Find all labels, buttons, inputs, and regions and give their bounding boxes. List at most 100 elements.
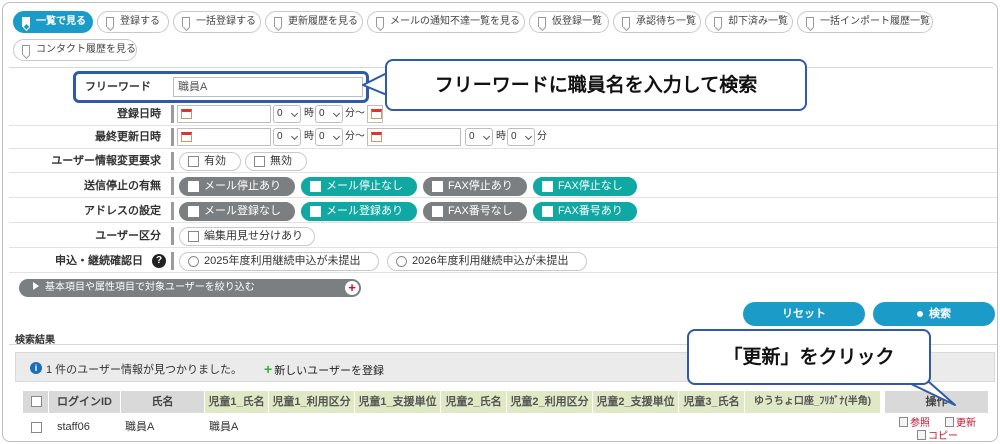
chevron-down-icon: [290, 109, 299, 118]
checkbox-icon: [188, 181, 199, 192]
header-child1-name[interactable]: 児童1_氏名: [205, 391, 269, 413]
freeword-highlight: [73, 71, 369, 103]
row-confirm-date: 申込・継続確認日 ? 2025年度利用継続申込が未提出 2026年度利用継続申込…: [9, 249, 997, 273]
row-address: アドレスの設定 メール登録なし メール登録あり FAX番号なし FAX番号あり: [9, 199, 997, 223]
checkbox-icon: [432, 206, 443, 217]
registered-from-hour[interactable]: 0: [273, 105, 301, 123]
mail-stop-yes[interactable]: メール停止あり: [179, 177, 295, 196]
address-label: アドレスの設定: [84, 205, 161, 217]
plus-circle-icon: +: [345, 281, 359, 295]
chevron-down-icon: [524, 132, 533, 141]
reset-button[interactable]: リセット: [743, 302, 865, 326]
search-button[interactable]: 検索: [873, 302, 995, 326]
tab-import-history[interactable]: 一括インポート履歴一覧: [797, 11, 933, 33]
user-type-label: ユーザー区分: [95, 230, 161, 242]
chevron-down-icon: [482, 132, 491, 141]
chevron-down-icon: [290, 132, 299, 141]
row-user-type: ユーザー区分 編集用見せ分けあり: [9, 224, 997, 248]
fax-number-yes[interactable]: FAX番号あり: [533, 202, 637, 221]
confirm-2025-radio[interactable]: 2025年度利用継続申込が未提出: [179, 252, 379, 271]
header-child2-unit[interactable]: 児童2_支援単位: [593, 391, 679, 413]
tab-pending-approval[interactable]: 承認待ち一覧: [613, 11, 701, 33]
change-request-disabled[interactable]: 無効: [245, 152, 307, 171]
help-icon[interactable]: ?: [152, 254, 166, 268]
tab-mail-undelivered[interactable]: メールの通知不達一覧を見る: [367, 11, 525, 33]
updated-to-minute[interactable]: 0: [507, 128, 535, 146]
updated-label: 最終更新日時: [95, 131, 161, 143]
copy-link[interactable]: コピー: [917, 427, 958, 441]
checkbox-icon: [188, 206, 199, 217]
registered-from-date[interactable]: [177, 105, 271, 123]
bookmark-icon: [376, 17, 384, 27]
checkbox-icon: [310, 181, 321, 192]
tab-bulk-register[interactable]: 一括登録する: [173, 11, 261, 33]
updated-to-hour[interactable]: 0: [465, 128, 493, 146]
header-child2-name[interactable]: 児童2_氏名: [441, 391, 507, 413]
tab-update-history[interactable]: 更新履歴を見る: [265, 11, 363, 33]
cell-child1-name: 職員A: [209, 421, 239, 433]
updated-from-minute[interactable]: 0: [315, 128, 343, 146]
select-all-cell: [23, 391, 49, 413]
triangle-right-icon: [33, 282, 39, 290]
bookmark-icon: [274, 17, 282, 27]
table-row: staff06 職員A 職員A 参照 更新 コピー: [23, 414, 993, 441]
calendar-icon: [181, 109, 192, 119]
fax-number-no[interactable]: FAX番号なし: [423, 202, 527, 221]
mail-registered-yes[interactable]: メール登録あり: [301, 202, 417, 221]
confirm-2026-radio[interactable]: 2026年度利用継続申込が未提出: [387, 252, 587, 271]
bookmark-icon: [806, 17, 814, 27]
registered-to-date[interactable]: [367, 105, 383, 123]
row-change-request: ユーザー情報変更要求 有効 無効: [9, 149, 997, 173]
results-table-header: ログインID 氏名 児童1_氏名 児童1_利用区分 児童1_支援単位 児童2_氏…: [23, 391, 993, 413]
checkbox-icon: [254, 156, 265, 167]
mail-registered-no[interactable]: メール登録なし: [179, 202, 295, 221]
tab-register[interactable]: 登録する: [97, 11, 169, 33]
row-checkbox[interactable]: [31, 422, 42, 433]
tab-contact-history[interactable]: コンタクト履歴を見る: [13, 39, 137, 61]
bookmark-icon: [622, 17, 630, 27]
header-bank-kana[interactable]: ゆうちょ口座_ﾌﾘｶﾞﾅ(半角): [745, 391, 881, 413]
header-child1-usage[interactable]: 児童1_利用区分: [269, 391, 355, 413]
updated-from-hour[interactable]: 0: [273, 128, 301, 146]
callout-freeword: フリーワードに職員名を入力して検索: [385, 59, 807, 111]
chevron-down-icon: [332, 109, 341, 118]
header-child2-usage[interactable]: 児童2_利用区分: [507, 391, 593, 413]
change-request-label: ユーザー情報変更要求: [51, 155, 161, 167]
registered-label: 登録日時: [117, 108, 161, 120]
bookmark-icon: [106, 17, 114, 27]
document-icon: [899, 417, 908, 427]
select-all-checkbox[interactable]: [31, 396, 42, 407]
calendar-icon: [371, 109, 382, 119]
confirm-label: 申込・継続確認日: [55, 255, 143, 267]
cell-login-id: staff06: [57, 421, 90, 433]
header-child3-name[interactable]: 児童3_氏名: [679, 391, 745, 413]
radio-icon: [396, 256, 407, 267]
tab-list-view[interactable]: 一覧で見る: [13, 11, 93, 33]
header-child1-unit[interactable]: 児童1_支援単位: [355, 391, 441, 413]
tab-provisional[interactable]: 仮登録一覧: [529, 11, 609, 33]
mail-stop-no[interactable]: メール停止なし: [301, 177, 417, 196]
fax-stop-no[interactable]: FAX停止なし: [533, 177, 637, 196]
fax-stop-yes[interactable]: FAX停止あり: [423, 177, 527, 196]
tab-rejected[interactable]: 却下済み一覧: [705, 11, 793, 33]
checkbox-icon: [432, 181, 443, 192]
change-request-enabled[interactable]: 有効: [179, 152, 241, 171]
header-login-id[interactable]: ログインID: [49, 391, 121, 413]
registered-from-minute[interactable]: 0: [315, 105, 343, 123]
header-operations: 操作: [885, 391, 989, 413]
checkbox-icon: [310, 206, 321, 217]
checkbox-icon: [188, 156, 199, 167]
checkbox-icon: [188, 231, 199, 242]
add-user-link[interactable]: + 新しいユーザーを登録: [264, 361, 384, 378]
advanced-filter-toggle[interactable]: 基本項目や属性項目で対象ユーザーを絞り込む +: [19, 279, 361, 297]
bookmark-icon: [22, 17, 30, 27]
row-send-stop: 送信停止の有無 メール停止あり メール停止なし FAX停止あり FAX停止なし: [9, 174, 997, 198]
user-type-option[interactable]: 編集用見せ分けあり: [179, 227, 315, 246]
header-name[interactable]: 氏名: [121, 391, 205, 413]
updated-to-date[interactable]: [367, 128, 461, 146]
search-dot-icon: [917, 311, 923, 318]
results-count-text: 1 件のユーザー情報が見つかりました。: [46, 364, 242, 376]
bookmark-icon: [22, 45, 30, 55]
updated-from-date[interactable]: [177, 128, 271, 146]
calendar-icon: [181, 132, 192, 142]
